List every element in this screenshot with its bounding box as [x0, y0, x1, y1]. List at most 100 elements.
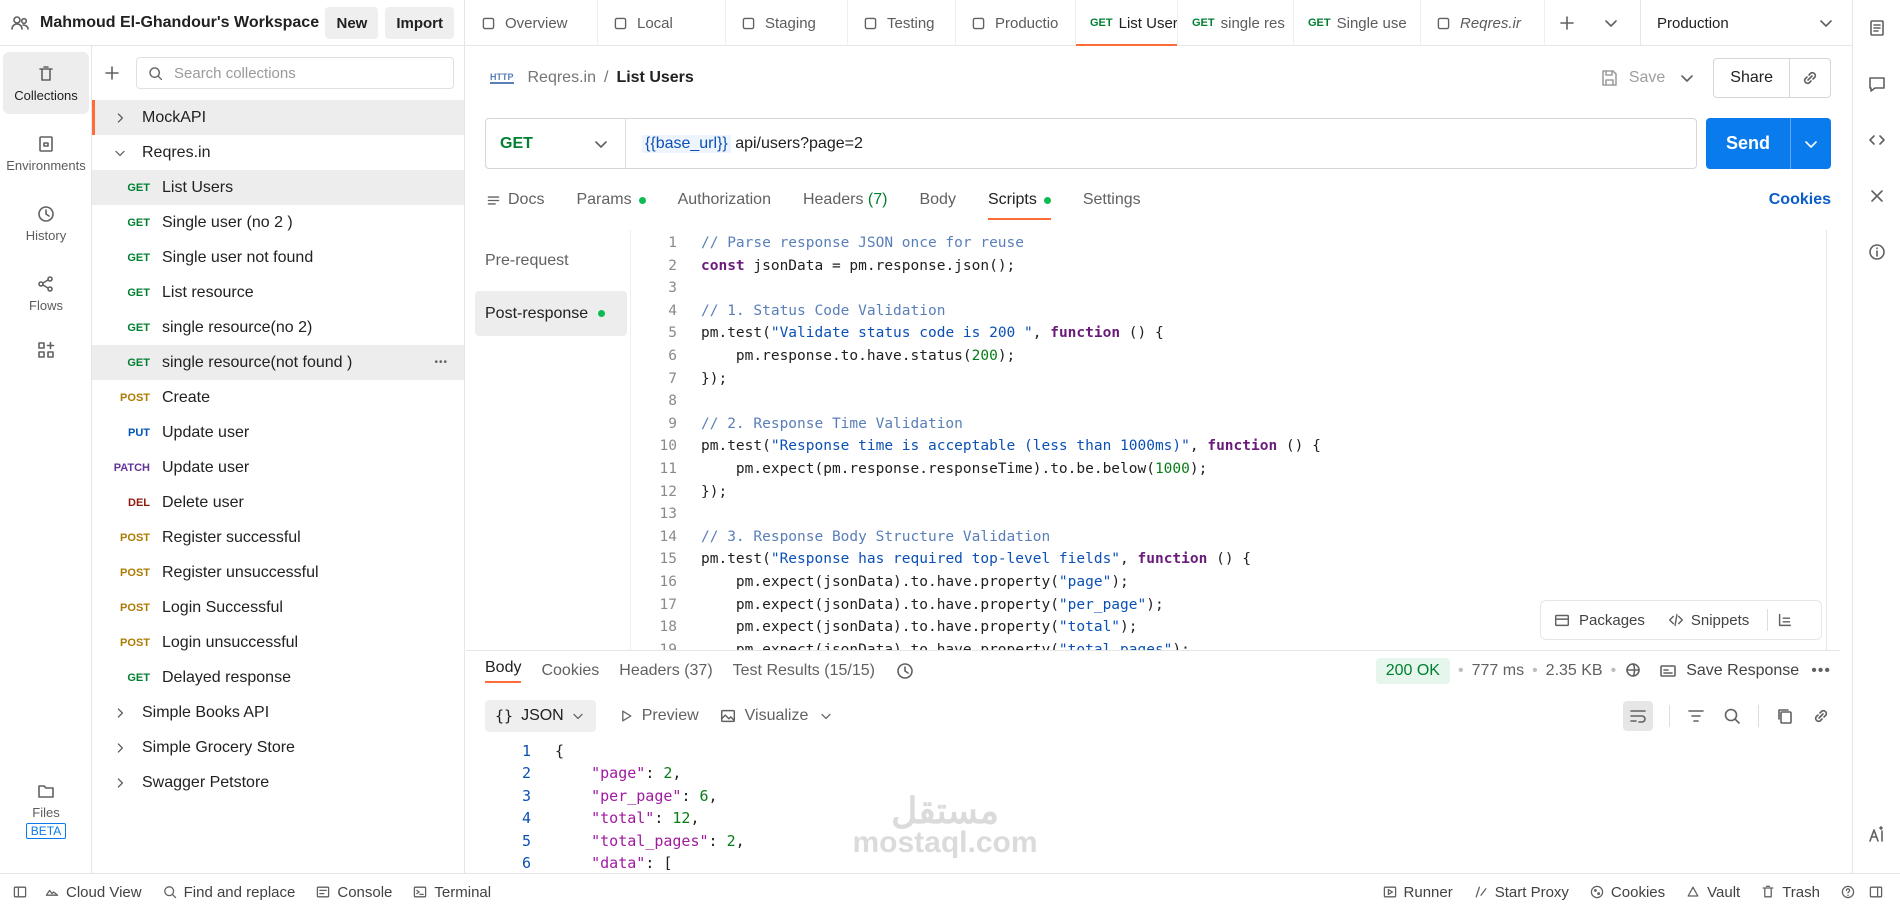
method-selector[interactable]: GET [486, 119, 626, 168]
tab-item[interactable]: GET List User [1076, 0, 1178, 46]
vault-button[interactable]: Vault [1685, 884, 1740, 901]
response-size[interactable]: 2.35 KB [1546, 662, 1603, 680]
rail-collections[interactable]: Collections [3, 52, 89, 114]
rail-history[interactable]: History [3, 192, 89, 254]
response-body-viewer[interactable]: 1{2 "page": 2, 3 "per_page": 6, 4 "total":… [485, 740, 1831, 873]
request-item[interactable]: GET List resource [92, 275, 464, 310]
post-response-item[interactable]: Post-response [475, 291, 627, 336]
more-options-icon[interactable]: ••• [434, 357, 448, 368]
breadcrumb-request[interactable]: List Users [616, 69, 693, 87]
request-item[interactable]: POST Create [92, 380, 464, 415]
copy-icon[interactable] [1775, 706, 1795, 726]
breadcrumb-collection[interactable]: Reqres.in [528, 69, 596, 87]
rail-comments-button[interactable] [1853, 56, 1900, 112]
request-item[interactable]: GET single resource(not found ) ••• [92, 345, 464, 380]
rail-add-apps[interactable] [3, 332, 89, 372]
response-tab-headers[interactable]: Headers (37) [619, 662, 712, 680]
tab-item[interactable]: GET single res [1178, 0, 1294, 46]
wrap-lines-button[interactable] [1623, 701, 1653, 731]
request-item[interactable]: GET Single user not found [92, 240, 464, 275]
tab-item[interactable]: Staging [726, 0, 848, 46]
collection-folder[interactable]: Simple Grocery Store [92, 730, 464, 765]
find-replace-button[interactable]: Find and replace [162, 884, 295, 901]
response-tab-cookies[interactable]: Cookies [541, 662, 599, 680]
globe-lock-icon[interactable] [1624, 661, 1644, 681]
rail-flows[interactable]: Flows [3, 262, 89, 324]
request-item[interactable]: DEL Delete user [92, 485, 464, 520]
link-icon[interactable] [1811, 706, 1831, 726]
request-item[interactable]: GET single resource(no 2) [92, 310, 464, 345]
collection-folder[interactable]: MockAPI [92, 100, 464, 135]
editor-scrollbar[interactable] [1826, 230, 1827, 650]
history-icon[interactable] [895, 661, 915, 681]
search-input[interactable]: Search collections [136, 57, 454, 89]
script-editor[interactable]: 1 // Parse response JSON once for reuse 2 c… [630, 230, 1830, 650]
workspace-name[interactable]: Mahmoud El-Ghandour's Workspace [40, 14, 319, 32]
terminal-button[interactable]: Terminal [412, 884, 491, 901]
request-item[interactable]: PUT Update user [92, 415, 464, 450]
status-badge[interactable]: 200 OK [1375, 658, 1450, 684]
tab-list-button[interactable] [1589, 0, 1633, 46]
url-input[interactable]: {{base_url}} api/users?page=2 [626, 134, 863, 153]
rail-environments[interactable]: Environments [3, 122, 89, 184]
tab-item[interactable]: GET Single use [1294, 0, 1421, 46]
more-options-icon[interactable]: ••• [1811, 662, 1831, 680]
pre-request-item[interactable]: Pre-request [475, 238, 627, 283]
filter-icon[interactable] [1686, 706, 1706, 726]
tab-headers[interactable]: Headers (7) [803, 180, 888, 220]
collection-folder[interactable]: Simple Books API [92, 695, 464, 730]
save-options-chevron-icon[interactable] [1677, 68, 1697, 88]
trash-button[interactable]: Trash [1760, 884, 1820, 901]
tab-item[interactable]: Testing [848, 0, 956, 46]
tab-docs[interactable]: Docs [485, 180, 544, 220]
tab-item[interactable]: Productio [956, 0, 1076, 46]
request-item[interactable]: POST Login unsuccessful [92, 625, 464, 660]
assistant-icon[interactable] [1776, 611, 1794, 629]
runner-button[interactable]: Runner [1382, 884, 1453, 901]
tab-scripts[interactable]: Scripts [987, 180, 1051, 220]
preview-button[interactable]: Preview [618, 707, 699, 725]
help-icon[interactable] [1840, 884, 1856, 900]
tab-item[interactable]: Local [598, 0, 726, 46]
sidebar-toggle-icon[interactable] [12, 884, 28, 900]
chevron-down-icon[interactable] [818, 708, 834, 724]
snippets-button[interactable]: Snippets [1667, 611, 1749, 629]
request-item[interactable]: GET Single user (no 2 ) [92, 205, 464, 240]
layout-icon[interactable] [1868, 884, 1884, 900]
cookies-button[interactable]: Cookies [1589, 884, 1665, 901]
tab-item[interactable]: Overview [466, 0, 598, 46]
environment-selector[interactable]: Production [1640, 0, 1852, 46]
new-tab-button[interactable] [1545, 0, 1589, 46]
request-item[interactable]: POST Login Successful [92, 590, 464, 625]
search-icon[interactable] [1722, 706, 1742, 726]
tab-settings[interactable]: Settings [1083, 180, 1141, 220]
collection-folder[interactable]: Reqres.in [92, 135, 464, 170]
tab-params[interactable]: Params [576, 180, 646, 220]
rail-ai-button[interactable] [1853, 825, 1900, 845]
tab-item[interactable]: Reqres.ir [1421, 0, 1545, 46]
cookies-link[interactable]: Cookies [1769, 191, 1831, 209]
rail-related-button[interactable] [1853, 168, 1900, 224]
rail-info-button[interactable] [1853, 224, 1900, 280]
new-button[interactable]: New [325, 7, 379, 39]
plus-icon[interactable] [102, 63, 122, 83]
cloud-view-button[interactable]: Cloud View [44, 884, 142, 901]
format-selector[interactable]: {} JSON [485, 700, 596, 732]
save-button[interactable]: Save [1591, 58, 1673, 98]
tab-body[interactable]: Body [919, 180, 955, 220]
rail-docs-button[interactable] [1853, 0, 1900, 56]
link-icon[interactable] [1800, 68, 1820, 88]
console-button[interactable]: Console [315, 884, 392, 901]
collection-folder[interactable]: Swagger Petstore [92, 765, 464, 800]
start-proxy-button[interactable]: Start Proxy [1473, 884, 1569, 901]
visualize-button[interactable]: Visualize [719, 707, 808, 725]
request-item[interactable]: POST Register unsuccessful [92, 555, 464, 590]
response-tab-body[interactable]: Body [485, 659, 522, 683]
response-tab-test-results[interactable]: Test Results (15/15) [733, 662, 875, 680]
response-time[interactable]: 777 ms [1472, 662, 1524, 680]
save-response-button[interactable]: Save Response [1686, 662, 1799, 680]
rail-code-button[interactable] [1853, 112, 1900, 168]
request-item[interactable]: GET Delayed response [92, 660, 464, 695]
import-button[interactable]: Import [385, 7, 454, 39]
request-item[interactable]: PATCH Update user [92, 450, 464, 485]
